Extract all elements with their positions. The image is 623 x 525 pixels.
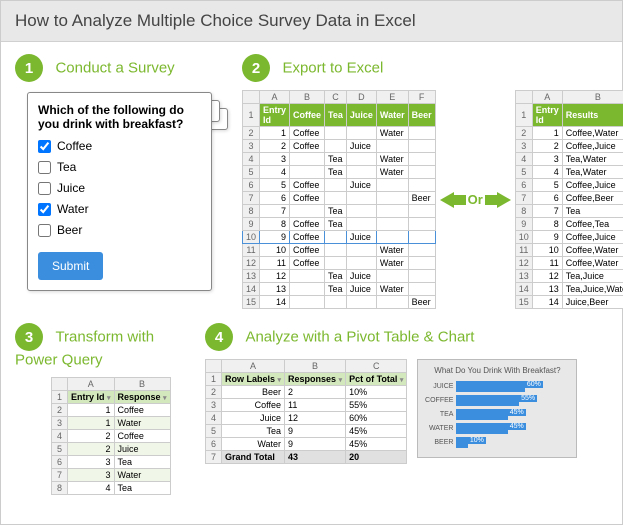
submit-button[interactable]: Submit (38, 252, 103, 280)
chart-title: What Do You Drink With Breakfast? (424, 366, 570, 375)
pivot-table: ABC1Row Labels ▾Responses ▾Pct of Total … (205, 359, 407, 464)
chart-bar-row: WATER45% (424, 423, 570, 434)
step-4-title: Analyze with a Pivot Table & Chart (245, 329, 474, 346)
arrow-left-icon (440, 192, 454, 208)
step-3-badge: 3 (15, 323, 43, 351)
survey-option-label: Beer (57, 223, 82, 237)
spreadsheet-wide: ABCDEF1Entry IdCoffeeTeaJuiceWaterBeer21… (242, 90, 436, 309)
survey-checkbox[interactable] (38, 161, 51, 174)
survey-option: Coffee (38, 139, 201, 153)
page-title: How to Analyze Multiple Choice Survey Da… (1, 1, 622, 42)
step-4-header: 4 Analyze with a Pivot Table & Chart (205, 323, 608, 351)
step-1-title: Conduct a Survey (55, 60, 174, 77)
survey-question: Which of the following do you drink with… (38, 103, 201, 131)
survey-option-label: Water (57, 202, 89, 216)
survey-checkbox[interactable] (38, 182, 51, 195)
survey-option: Water (38, 202, 201, 216)
survey-checkbox[interactable] (38, 140, 51, 153)
survey-checkbox[interactable] (38, 203, 51, 216)
survey-option: Juice (38, 181, 201, 195)
or-label: Or (468, 192, 483, 207)
survey-stack: Which of the following do you drink with… (27, 92, 222, 302)
survey-option-label: Juice (57, 181, 85, 195)
chart-bar-row: COFFEE55% (424, 395, 570, 406)
chart-bar-row: JUICE60% (424, 381, 570, 392)
survey-option-label: Tea (57, 160, 76, 174)
spreadsheet-long: AB1Entry IdResults21Coffee,Water32Coffee… (515, 90, 623, 309)
arrow-right-icon (497, 192, 511, 208)
spreadsheet-powerquery: AB1Entry Id ▾Response ▾21Coffee31Water42… (51, 377, 185, 495)
step-2-title: Export to Excel (282, 60, 383, 77)
step-1-badge: 1 (15, 54, 43, 82)
step-1-header: 1 Conduct a Survey (15, 54, 222, 82)
bar-chart: What Do You Drink With Breakfast? JUICE6… (417, 359, 577, 458)
step-2-badge: 2 (242, 54, 270, 82)
survey-option-label: Coffee (57, 139, 92, 153)
survey-checkbox[interactable] (38, 224, 51, 237)
chart-bar-row: TEA45% (424, 409, 570, 420)
step-3-header: 3 Transform with Power Query (15, 323, 185, 369)
step-2-header: 2 Export to Excel (242, 54, 623, 82)
survey-option: Tea (38, 160, 201, 174)
or-divider: Or (440, 192, 511, 208)
step-4-badge: 4 (205, 323, 233, 351)
survey-card: Which of the following do you drink with… (27, 92, 212, 291)
chart-bar-row: BEER10% (424, 437, 570, 448)
survey-option: Beer (38, 223, 201, 237)
